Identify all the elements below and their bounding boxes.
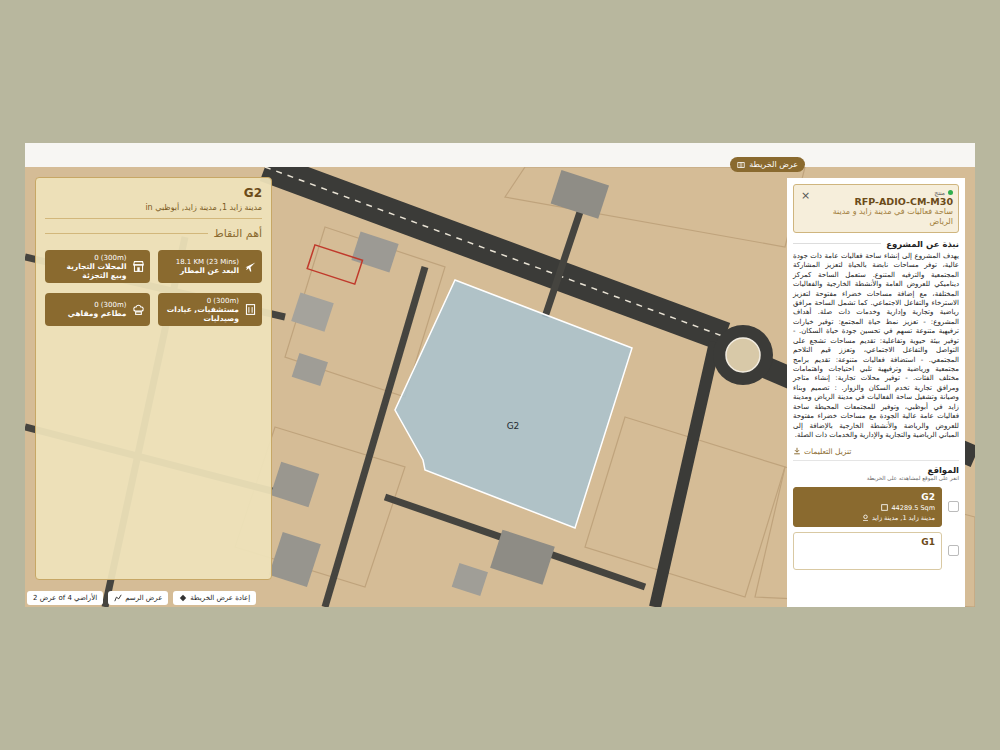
site-card[interactable]: G1	[793, 532, 942, 570]
drawing-icon	[114, 594, 122, 602]
map-control-button[interactable]: إعادة عرض الخريطة	[173, 591, 256, 605]
point-value: 0 (300m)	[68, 301, 127, 309]
point-value: 0 (300m)	[163, 297, 240, 305]
page: عرض الخريطة G2 G2 in مدينة زايد 1, مدينة زا…	[0, 0, 1000, 750]
roundabout	[713, 325, 773, 385]
site-row[interactable]: G1	[793, 532, 959, 570]
site-card[interactable]: G2 44289.5 Sqm مدينة زايد 1, مدينة زايد	[793, 487, 942, 527]
area-icon	[881, 504, 888, 511]
point-card: 18.1 KM (23 Mins)البعد عن المطار	[158, 250, 263, 283]
point-label: المحلات التجارية وبيع التجزئة	[50, 262, 127, 280]
map-icon	[737, 161, 745, 169]
map-view-tag[interactable]: عرض الخريطة	[730, 157, 805, 172]
point-label: البعد عن المطار	[176, 266, 239, 275]
app-frame: عرض الخريطة G2 G2 in مدينة زايد 1, مدينة زا…	[25, 143, 975, 607]
chef-hat-icon	[132, 303, 145, 316]
building-icon	[244, 303, 257, 316]
site-checkbox[interactable]	[948, 501, 959, 512]
point-value: 0 (300m)	[50, 254, 127, 262]
project-title: ساحة فعاليات في مدينة زايد و مدينة الريا…	[812, 207, 953, 228]
point-label: مستشفيات, عيادات وصيدليات	[163, 305, 240, 323]
points-grid: 18.1 KM (23 Mins)البعد عن المطار0 (300m)…	[45, 250, 262, 326]
site-location: مدينة زايد 1, مدينة زايد	[800, 514, 935, 522]
point-card: 0 (300m)مستشفيات, عيادات وصيدليات	[158, 293, 263, 326]
status-badge: منتج	[812, 189, 953, 196]
site-name: G1	[800, 537, 935, 547]
map[interactable]: G2 G2 in مدينة زايد 1, مدينة زايد, أبوظبي أ…	[25, 167, 975, 607]
point-label: مطاعم ومقاهي	[68, 309, 127, 318]
sites-header: المواقع	[793, 465, 959, 475]
sites-hint: انقر على الموقع لمشاهدته على الخريطة	[793, 475, 959, 481]
project-panel: منتجRFP-ADIO-CM-M30ساحة فعاليات في مدينة…	[787, 178, 965, 607]
section-header: أهم النقاط	[45, 227, 262, 240]
point-value: 18.1 KM (23 Mins)	[176, 258, 239, 266]
parcels	[235, 167, 975, 607]
main-road	[265, 167, 975, 607]
map-controls: عرض 2 of 4 الأراضي عرض الرسم إعادة عرض الخ…	[27, 591, 256, 605]
top-bar	[25, 143, 975, 167]
plot-title: G2	[45, 186, 262, 200]
diamond-icon	[179, 594, 187, 602]
site-checkbox[interactable]	[948, 545, 959, 556]
location-icon	[862, 514, 869, 521]
about-header: نبذة عن المشروع	[793, 239, 959, 249]
site-name: G2	[800, 492, 935, 502]
point-card: 0 (300m)المحلات التجارية وبيع التجزئة	[45, 250, 150, 283]
section-rule	[45, 233, 208, 234]
site-row[interactable]: G2 44289.5 Sqm مدينة زايد 1, مدينة زايد	[793, 487, 959, 527]
about-text: يهدف المشروع إلى إنشاء ساحة فعاليات عامة…	[793, 252, 959, 441]
plot-label: G2	[507, 421, 520, 431]
project-header: منتجRFP-ADIO-CM-M30ساحة فعاليات في مدينة…	[793, 184, 959, 233]
close-button[interactable]: ×	[799, 189, 812, 202]
download-link[interactable]: تنزيل التعليمات	[793, 447, 959, 456]
site-area: 44289.5 Sqm	[800, 504, 935, 512]
map-control-button[interactable]: عرض 2 of 4 الأراضي	[27, 591, 103, 605]
point-card: 0 (300m)مطاعم ومقاهي	[45, 293, 150, 326]
shop-icon	[132, 260, 145, 273]
download-icon	[793, 447, 801, 455]
plot-g2[interactable]: G2	[395, 280, 632, 528]
status-dot	[948, 190, 953, 195]
plot-panel: G2 in مدينة زايد 1, مدينة زايد, أبوظبي أهم…	[35, 177, 272, 580]
plot-location: in مدينة زايد 1, مدينة زايد, أبوظبي	[45, 203, 262, 219]
airplane-icon	[244, 260, 257, 273]
project-code: RFP-ADIO-CM-M30	[812, 196, 953, 207]
map-control-button[interactable]: عرض الرسم	[108, 591, 168, 605]
